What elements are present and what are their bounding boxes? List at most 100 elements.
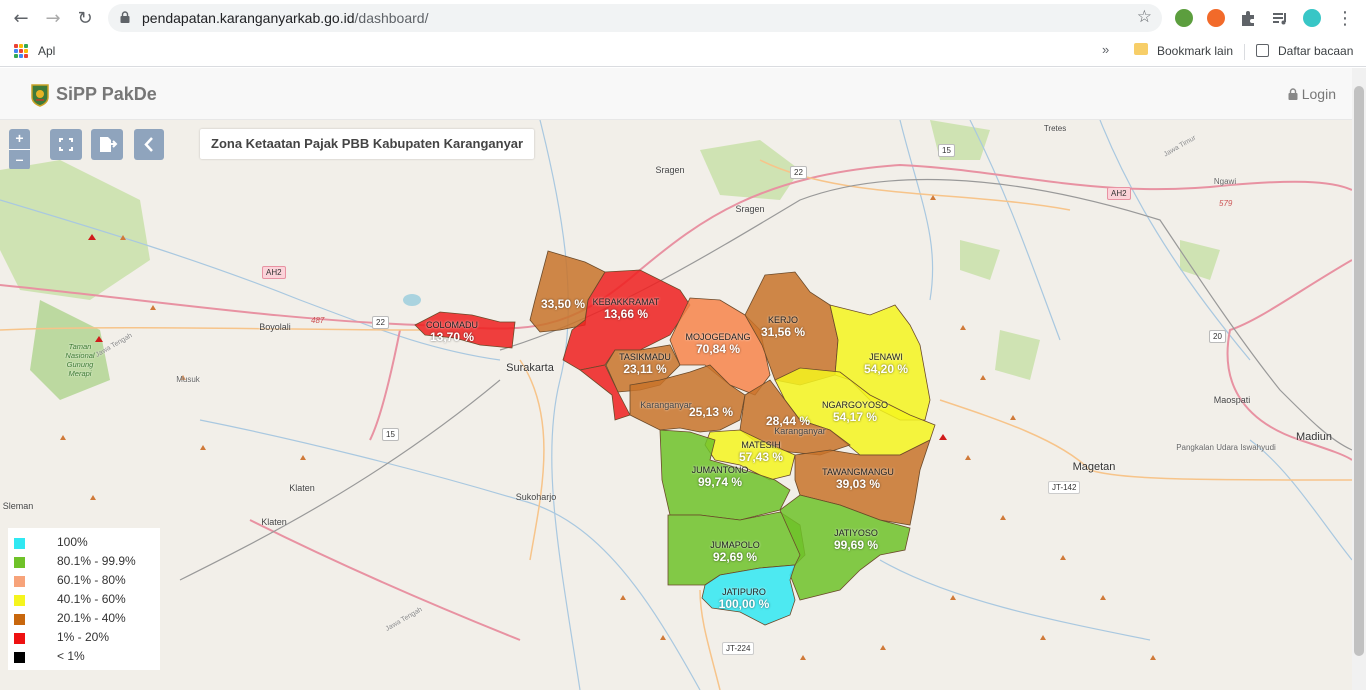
legend-label: 1% - 20% [57,630,110,644]
district-name: JATIPURO [722,587,766,597]
url-path: /dashboard/ [354,10,429,26]
district-label[interactable]: TASIKMADU 23,11 % [619,352,671,376]
place-label: Sragen [735,204,765,214]
district-label[interactable]: JUMAPOLO 92,69 % [710,540,760,564]
district-label[interactable]: JENAWI 54,20 % [864,352,908,376]
fullscreen-button[interactable] [50,129,82,160]
legend-item: 80.1% - 99.9% [8,554,160,573]
bookmark-apps-label[interactable]: Apl [38,44,55,58]
road-shield: AH2 [262,266,286,279]
place-label: Pangkalan Udara Iswahyudi [1176,443,1276,452]
district-label[interactable]: JATIPURO 100,00 % [719,587,770,611]
district-value: 54,20 % [863,362,909,376]
bookmarks-overflow-button[interactable]: » [1102,42,1109,57]
district-name: NGARGOYOSO [821,400,889,410]
place-label: Madiun [1295,431,1333,443]
reading-list-button[interactable]: Daftar bacaan [1278,44,1353,58]
collapse-panel-button[interactable] [134,129,164,160]
back-icon[interactable]: ← [10,8,32,30]
extensions-puzzle-icon[interactable] [1239,9,1257,27]
profile-avatar-icon[interactable] [1303,9,1321,27]
district-label[interactable]: NGARGOYOSO 54,17 % [822,400,888,424]
legend-item: 60.1% - 80% [8,573,160,592]
login-button[interactable]: Login [1288,86,1336,102]
place-label: Sleman [2,501,34,511]
legend-item: 20.1% - 40% [8,611,160,630]
district-value: 57,43 % [738,450,784,464]
district-value: 25,13 % [688,405,734,419]
place-label: Maospati [1213,395,1251,405]
legend-item: < 1% [8,649,160,668]
district-name: TASIKMADU [619,352,671,362]
district-label[interactable]: JATIYOSO 99,69 % [834,528,878,552]
scrollbar-thumb[interactable] [1354,86,1364,656]
extension-globe-icon[interactable] [1175,9,1193,27]
legend-item: 40.1% - 60% [8,592,160,611]
place-label: Klaten [289,483,315,493]
other-bookmarks-button[interactable]: Bookmark lain [1157,44,1233,58]
map-canvas[interactable]: Tretes Sragen Sragen Ngawi Boyolali Surakarta… [0,120,1352,690]
export-file-icon [100,137,118,152]
forward-icon[interactable]: → [42,8,64,30]
regency-shield-logo-icon[interactable] [30,83,50,107]
district-label[interactable]: KEBAKKRAMAT 13,66 % [593,297,660,321]
district-value: 23,11 % [623,362,667,376]
district-value: 92,69 % [712,550,758,564]
road-shield: 15 [382,428,399,441]
chevron-left-icon [144,137,153,152]
district-value: 31,56 % [760,325,806,339]
district-label[interactable]: 28,44 % [766,414,810,428]
district-label[interactable]: 25,13 % [689,405,733,419]
district-label[interactable]: TAWANGMANGU 39,03 % [822,467,894,491]
road-shield: JT-224 [722,642,755,655]
bookmarks-bar: Apl » Bookmark lain Daftar bacaan [0,36,1366,67]
zoom-in-button[interactable]: + [9,129,30,149]
district-label[interactable]: MATESIH 57,43 % [739,440,783,464]
district-value: 99,69 % [833,538,879,552]
road-shield: 15 [938,144,955,157]
district-name: JATIYOSO [834,528,878,538]
district-name: COLOMADU [425,320,479,330]
place-label: Musuk [176,375,200,384]
legend-swatch [14,652,25,663]
url-host: pendapatan.karanganyarkab.go.id [142,10,355,26]
app-navbar: SiPP PakDe Login [0,68,1352,120]
bookmark-star-icon[interactable]: ☆ [1137,7,1152,27]
road-shield: JT-142 [1048,481,1081,494]
district-label[interactable]: 33,50 % [541,297,585,311]
place-label: Ngawi [1213,177,1237,186]
legend-item: 1% - 20% [8,630,160,649]
district-name: MOJOGEDANG [685,332,751,342]
district-label[interactable]: KERJO 31,56 % [761,315,805,339]
address-bar[interactable]: pendapatan.karanganyarkab.go.id/dashboar… [108,4,1162,32]
zoom-control: + – [9,129,30,170]
legend-swatch [14,576,25,587]
place-label: Tretes [1043,124,1067,133]
apps-grid-icon[interactable] [14,44,28,58]
page-scrollbar[interactable] [1352,68,1366,690]
place-label: Surakarta [506,362,554,374]
bookmarks-divider [1244,44,1245,60]
extension-fire-icon[interactable] [1207,9,1225,27]
district-name: MATESIH [741,440,781,450]
brand-title[interactable]: SiPP PakDe [56,84,157,105]
legend-label: 20.1% - 40% [57,611,126,625]
road-shield: 20 [1209,330,1226,343]
district-name: KERJO [767,315,799,325]
folder-icon [1134,43,1148,55]
legend-label: 40.1% - 60% [57,592,126,606]
reload-icon[interactable]: ↻ [74,8,96,30]
lock-icon [120,11,130,23]
district-label[interactable]: MOJOGEDANG 70,84 % [685,332,750,356]
district-value: 39,03 % [835,477,881,491]
legend-swatch [14,557,25,568]
district-label[interactable]: JUMANTONO 99,74 % [692,465,749,489]
district-label[interactable]: COLOMADU 13,70 % [426,320,478,344]
media-playlist-icon[interactable] [1271,9,1289,27]
zoom-out-button[interactable]: – [9,149,30,169]
map-legend: 100% 80.1% - 99.9% 60.1% - 80% 40.1% - 60% 2… [8,528,160,670]
road-shield: AH2 [1107,187,1131,200]
chrome-menu-icon[interactable]: ⋮ [1334,8,1356,30]
place-label: Taman Nasional Gunung Merapi [65,342,95,378]
export-button[interactable] [91,129,123,160]
